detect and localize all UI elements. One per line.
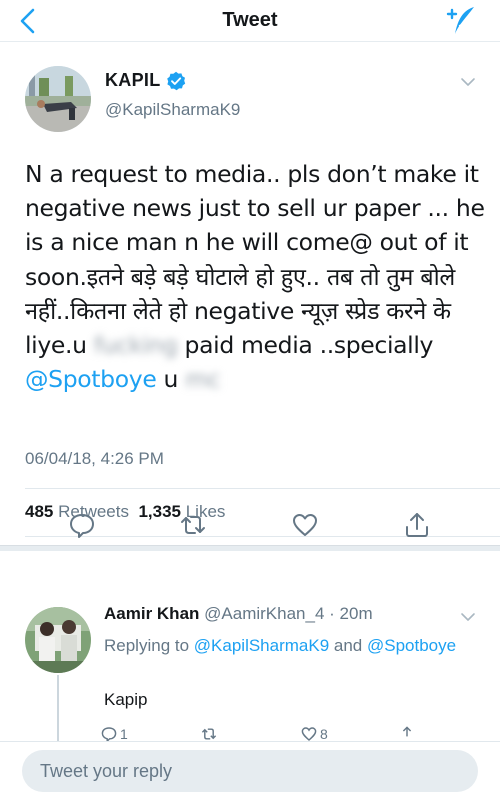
mention-link[interactable]: @KapilSharmaK9 xyxy=(194,636,329,655)
avatar[interactable] xyxy=(25,66,91,132)
author-name[interactable]: KAPIL xyxy=(105,70,161,91)
navigation-bar: Tweet xyxy=(0,0,500,42)
compose-tweet-icon[interactable] xyxy=(444,4,478,38)
mention-link[interactable]: @Spotboye xyxy=(25,365,157,393)
reply-actions: 1 8 xyxy=(100,725,430,741)
reply-icon[interactable] xyxy=(67,510,97,540)
reply-input[interactable] xyxy=(22,750,478,792)
replying-prefix: Replying to xyxy=(104,636,194,655)
replying-to: Replying to @KapilSharmaK9 and @Spotboye xyxy=(104,632,464,659)
tweet-text-part: paid media ..specially xyxy=(177,331,434,360)
reply-share-action[interactable] xyxy=(398,725,416,741)
tweet-text-part: u xyxy=(156,365,186,394)
divider xyxy=(25,488,500,489)
reply-header: Aamir Khan @AamirKhan_4 · 20m xyxy=(104,604,373,623)
blurred-word: fucking xyxy=(93,331,178,360)
thread-line xyxy=(57,675,59,741)
blurred-word: mc xyxy=(185,365,221,394)
author-handle[interactable]: @KapilSharmaK9 xyxy=(105,100,240,120)
reply-retweet-action[interactable] xyxy=(200,725,218,741)
reply-author-handle[interactable]: @AamirKhan_4 xyxy=(204,604,324,623)
reply-time: 20m xyxy=(339,604,373,623)
reply-tweet[interactable]: Aamir Khan @AamirKhan_4 · 20m Replying t… xyxy=(0,551,500,741)
retweet-icon[interactable] xyxy=(178,510,208,540)
reply-count: 1 xyxy=(120,726,128,741)
tweet-timestamp: 06/04/18, 4:26 PM xyxy=(25,449,164,468)
avatar[interactable] xyxy=(25,607,91,673)
reply-composer xyxy=(0,741,500,800)
heart-icon[interactable] xyxy=(300,725,318,741)
reply-like-action[interactable]: 8 xyxy=(300,725,328,741)
replying-and: and xyxy=(329,636,367,655)
chevron-down-icon[interactable] xyxy=(458,607,478,627)
heart-icon[interactable] xyxy=(290,510,320,540)
share-icon[interactable] xyxy=(402,510,432,540)
retweet-icon[interactable] xyxy=(200,725,218,741)
page-title: Tweet xyxy=(222,9,278,31)
reply-text: Kapip xyxy=(104,690,148,709)
chevron-down-icon[interactable] xyxy=(458,72,478,92)
share-icon[interactable] xyxy=(398,725,416,741)
tweet-text: N a request to media.. pls don’t make it… xyxy=(25,157,490,396)
author-name-row: KAPIL xyxy=(105,70,186,91)
tweet-actions xyxy=(0,504,500,544)
reply-like-count: 8 xyxy=(320,726,328,741)
mention-link[interactable]: @Spotboye xyxy=(367,636,456,655)
reply-reply-action[interactable]: 1 xyxy=(100,725,128,741)
verified-badge-icon xyxy=(166,71,185,90)
reply-author-name[interactable]: Aamir Khan xyxy=(104,604,199,623)
reply-icon[interactable] xyxy=(100,725,118,741)
